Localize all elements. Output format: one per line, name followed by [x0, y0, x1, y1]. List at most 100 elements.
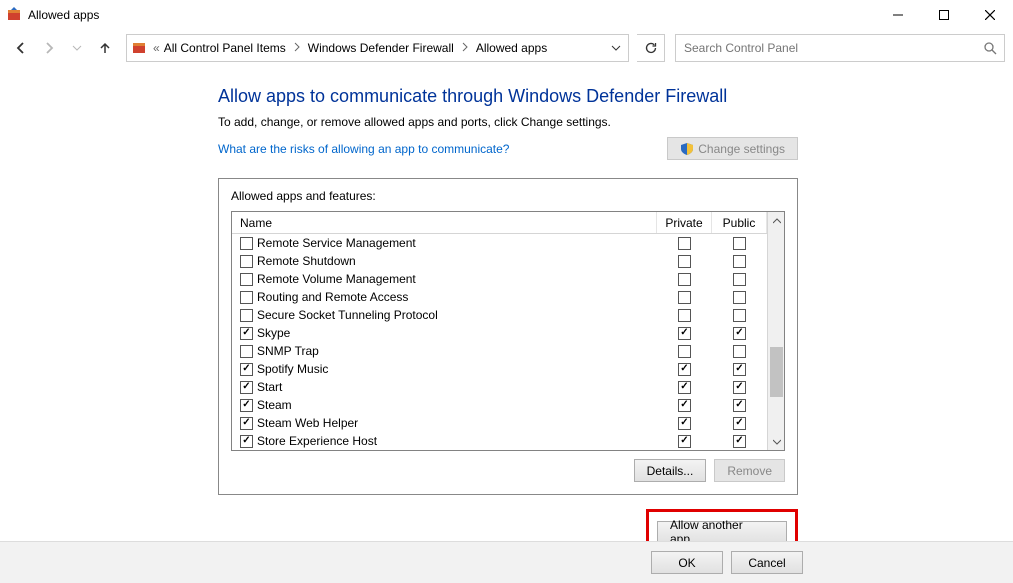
row-public-checkbox[interactable] [733, 327, 746, 340]
details-button[interactable]: Details... [634, 459, 707, 482]
row-public-checkbox[interactable] [733, 435, 746, 448]
list-scrollbar[interactable] [767, 212, 784, 450]
row-public-checkbox[interactable] [733, 309, 746, 322]
row-public-checkbox[interactable] [733, 237, 746, 250]
row-name-label: SNMP Trap [257, 344, 319, 358]
row-enable-checkbox[interactable] [240, 345, 253, 358]
search-icon[interactable] [976, 41, 1004, 55]
page-subtext: To add, change, or remove allowed apps a… [218, 115, 1013, 129]
nav-toolbar: « All Control Panel Items Windows Defende… [0, 30, 1013, 66]
firewall-app-icon [6, 7, 22, 23]
breadcrumb-item[interactable]: All Control Panel Items [162, 41, 288, 55]
row-enable-checkbox[interactable] [240, 309, 253, 322]
change-settings-label: Change settings [698, 142, 785, 156]
scroll-up-button[interactable] [768, 212, 785, 229]
row-public-checkbox[interactable] [733, 345, 746, 358]
row-public-checkbox[interactable] [733, 417, 746, 430]
scroll-down-button[interactable] [768, 433, 785, 450]
row-name-label: Remote Shutdown [257, 254, 356, 268]
window-title: Allowed apps [28, 8, 99, 22]
breadcrumb-item[interactable]: Allowed apps [474, 41, 549, 55]
firewall-path-icon [127, 40, 151, 56]
scroll-thumb[interactable] [770, 347, 783, 397]
table-row[interactable]: SNMP Trap [232, 342, 767, 360]
change-settings-button[interactable]: Change settings [667, 137, 798, 160]
row-name-label: Store Experience Host [257, 434, 377, 448]
column-public[interactable]: Public [712, 212, 767, 233]
row-enable-checkbox[interactable] [240, 381, 253, 394]
search-box[interactable] [675, 34, 1005, 62]
back-button[interactable] [8, 34, 34, 62]
remove-button[interactable]: Remove [714, 459, 785, 482]
table-row[interactable]: Remote Shutdown [232, 252, 767, 270]
chevron-right-icon [456, 42, 474, 52]
row-name-label: Secure Socket Tunneling Protocol [257, 308, 438, 322]
row-enable-checkbox[interactable] [240, 417, 253, 430]
refresh-button[interactable] [637, 34, 665, 62]
row-public-checkbox[interactable] [733, 381, 746, 394]
row-public-checkbox[interactable] [733, 399, 746, 412]
address-bar[interactable]: « All Control Panel Items Windows Defende… [126, 34, 629, 62]
row-enable-checkbox[interactable] [240, 399, 253, 412]
breadcrumb-item[interactable]: Windows Defender Firewall [306, 41, 456, 55]
risks-link[interactable]: What are the risks of allowing an app to… [218, 142, 509, 156]
table-row[interactable]: Remote Volume Management [232, 270, 767, 288]
row-name-label: Start [257, 380, 282, 394]
cancel-button[interactable]: Cancel [731, 551, 803, 574]
allowed-apps-panel: Allowed apps and features: Name Private … [218, 178, 798, 495]
row-name-label: Routing and Remote Access [257, 290, 408, 304]
table-row[interactable]: Start [232, 378, 767, 396]
column-private[interactable]: Private [657, 212, 712, 233]
row-name-label: Skype [257, 326, 290, 340]
row-private-checkbox[interactable] [678, 255, 691, 268]
table-row[interactable]: Steam [232, 396, 767, 414]
dialog-button-bar: OK Cancel [0, 541, 1013, 583]
maximize-button[interactable] [921, 0, 967, 30]
chevron-right-icon [288, 42, 306, 52]
row-private-checkbox[interactable] [678, 417, 691, 430]
minimize-button[interactable] [875, 0, 921, 30]
up-button[interactable] [92, 34, 118, 62]
row-enable-checkbox[interactable] [240, 435, 253, 448]
row-private-checkbox[interactable] [678, 309, 691, 322]
address-dropdown-button[interactable] [604, 43, 628, 53]
row-name-label: Remote Service Management [257, 236, 416, 250]
row-public-checkbox[interactable] [733, 255, 746, 268]
row-private-checkbox[interactable] [678, 237, 691, 250]
table-row[interactable]: Routing and Remote Access [232, 288, 767, 306]
recent-locations-button[interactable] [64, 34, 90, 62]
row-public-checkbox[interactable] [733, 363, 746, 376]
table-row[interactable]: Spotify Music [232, 360, 767, 378]
forward-button[interactable] [36, 34, 62, 62]
table-row[interactable]: Secure Socket Tunneling Protocol [232, 306, 767, 324]
table-row[interactable]: Steam Web Helper [232, 414, 767, 432]
breadcrumb-prefix: « [151, 41, 162, 55]
row-enable-checkbox[interactable] [240, 291, 253, 304]
table-row[interactable]: Remote Service Management [232, 234, 767, 252]
row-name-label: Remote Volume Management [257, 272, 416, 286]
row-private-checkbox[interactable] [678, 327, 691, 340]
row-enable-checkbox[interactable] [240, 363, 253, 376]
row-enable-checkbox[interactable] [240, 255, 253, 268]
row-name-label: Steam Web Helper [257, 416, 358, 430]
ok-button[interactable]: OK [651, 551, 723, 574]
close-button[interactable] [967, 0, 1013, 30]
search-input[interactable] [676, 41, 976, 55]
row-public-checkbox[interactable] [733, 291, 746, 304]
table-row[interactable]: Skype [232, 324, 767, 342]
row-private-checkbox[interactable] [678, 291, 691, 304]
row-private-checkbox[interactable] [678, 399, 691, 412]
page-heading: Allow apps to communicate through Window… [218, 86, 1013, 107]
table-row[interactable]: Store Experience Host [232, 432, 767, 450]
column-name[interactable]: Name [232, 212, 657, 233]
row-private-checkbox[interactable] [678, 363, 691, 376]
row-enable-checkbox[interactable] [240, 273, 253, 286]
row-private-checkbox[interactable] [678, 345, 691, 358]
row-enable-checkbox[interactable] [240, 237, 253, 250]
row-enable-checkbox[interactable] [240, 327, 253, 340]
row-private-checkbox[interactable] [678, 273, 691, 286]
row-public-checkbox[interactable] [733, 273, 746, 286]
allowed-apps-list[interactable]: Name Private Public Remote Service Manag… [231, 211, 785, 451]
row-private-checkbox[interactable] [678, 381, 691, 394]
row-private-checkbox[interactable] [678, 435, 691, 448]
